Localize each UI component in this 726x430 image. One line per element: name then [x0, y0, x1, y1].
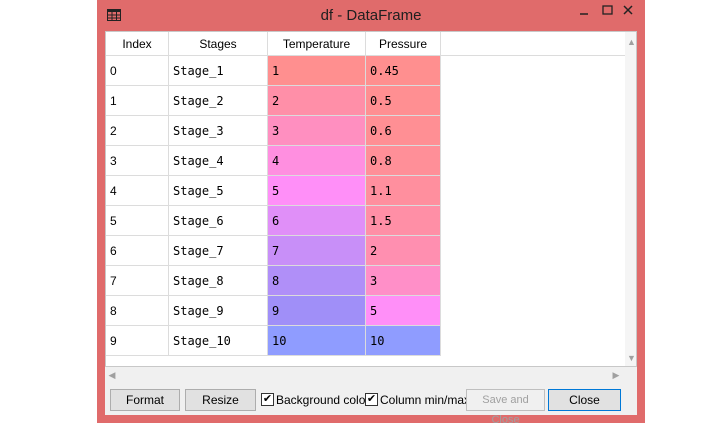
scroll-down-icon[interactable]: ▼ [627, 354, 636, 363]
header-temperature[interactable]: Temperature [268, 32, 366, 56]
table-row: 6 Stage_7 7 2 [106, 236, 441, 266]
cell-index[interactable]: 8 [106, 296, 169, 326]
table-row: 8 Stage_9 9 5 [106, 296, 441, 326]
format-button[interactable]: Format [110, 389, 180, 411]
cell-stage[interactable]: Stage_3 [169, 116, 268, 146]
header-stages[interactable]: Stages [169, 32, 268, 56]
scroll-up-icon[interactable]: ▲ [627, 38, 636, 47]
scroll-left-icon[interactable]: ◀ [108, 371, 116, 380]
resize-button[interactable]: Resize [185, 389, 256, 411]
cell-temperature[interactable]: 6 [268, 206, 366, 236]
cell-index[interactable]: 6 [106, 236, 169, 266]
cell-temperature[interactable]: 1 [268, 56, 366, 86]
cell-index[interactable]: 4 [106, 176, 169, 206]
table-row: 1 Stage_2 2 0.5 [106, 86, 441, 116]
title-bar[interactable]: df - DataFrame [97, 0, 645, 31]
minimize-icon[interactable] [571, 0, 597, 22]
table-row: 5 Stage_6 6 1.5 [106, 206, 441, 236]
cell-pressure[interactable]: 1.5 [366, 206, 441, 236]
cell-pressure[interactable]: 3 [366, 266, 441, 296]
table-row: 7 Stage_8 8 3 [106, 266, 441, 296]
scroll-right-icon[interactable]: ▶ [612, 371, 620, 380]
header-empty [441, 32, 625, 56]
cell-index[interactable]: 7 [106, 266, 169, 296]
cell-pressure[interactable]: 10 [366, 326, 441, 356]
cell-pressure[interactable]: 0.8 [366, 146, 441, 176]
cell-index[interactable]: 5 [106, 206, 169, 236]
cell-stage[interactable]: Stage_7 [169, 236, 268, 266]
cell-temperature[interactable]: 8 [268, 266, 366, 296]
window-title: df - DataFrame [320, 7, 422, 24]
table-row: 9 Stage_10 10 10 [106, 326, 441, 356]
horizontal-scrollbar[interactable]: ◀ ▶ [105, 367, 624, 383]
window-client: Index Stages Temperature Pressure 0 Stage… [105, 31, 637, 426]
cell-stage[interactable]: Stage_5 [169, 176, 268, 206]
cell-temperature[interactable]: 7 [268, 236, 366, 266]
table-row: 2 Stage_3 3 0.6 [106, 116, 441, 146]
cell-stage[interactable]: Stage_9 [169, 296, 268, 326]
cell-stage[interactable]: Stage_4 [169, 146, 268, 176]
cell-pressure[interactable]: 0.6 [366, 116, 441, 146]
cell-pressure[interactable]: 1.1 [366, 176, 441, 206]
cell-temperature[interactable]: 10 [268, 326, 366, 356]
close-button[interactable]: Close [548, 389, 621, 411]
cell-stage[interactable]: Stage_8 [169, 266, 268, 296]
cell-temperature[interactable]: 3 [268, 116, 366, 146]
background-color-checkbox[interactable]: ✔ [261, 393, 274, 406]
cell-stage[interactable]: Stage_2 [169, 86, 268, 116]
column-minmax-checkbox[interactable]: ✔ [365, 393, 378, 406]
cell-index[interactable]: 2 [106, 116, 169, 146]
cell-stage[interactable]: Stage_1 [169, 56, 268, 86]
cell-pressure[interactable]: 0.5 [366, 86, 441, 116]
table-row: 0 Stage_1 1 0.45 [106, 56, 441, 86]
cell-index[interactable]: 9 [106, 326, 169, 356]
vertical-scrollbar[interactable]: ▲ ▼ [625, 32, 636, 366]
cell-temperature[interactable]: 4 [268, 146, 366, 176]
cell-stage[interactable]: Stage_10 [169, 326, 268, 356]
dataframe-table: Index Stages Temperature Pressure 0 Stage… [105, 31, 637, 367]
save-and-close-button[interactable]: Save and Close [466, 389, 545, 426]
cell-temperature[interactable]: 5 [268, 176, 366, 206]
cell-index[interactable]: 3 [106, 146, 169, 176]
dataframe-window: df - DataFrame Index Stages Temperature … [97, 0, 645, 426]
column-minmax-label[interactable]: Column min/max [380, 393, 470, 407]
cell-temperature[interactable]: 2 [268, 86, 366, 116]
cell-pressure[interactable]: 5 [366, 296, 441, 326]
cell-index[interactable]: 1 [106, 86, 169, 116]
maximize-icon[interactable] [597, 0, 619, 22]
table-row: 4 Stage_5 5 1.1 [106, 176, 441, 206]
background-color-label[interactable]: Background color [276, 393, 369, 407]
cell-pressure[interactable]: 0.45 [366, 56, 441, 86]
header-pressure[interactable]: Pressure [366, 32, 441, 56]
cell-pressure[interactable]: 2 [366, 236, 441, 266]
close-icon[interactable] [617, 0, 641, 22]
cell-stage[interactable]: Stage_6 [169, 206, 268, 236]
table-row: 3 Stage_4 4 0.8 [106, 146, 441, 176]
cell-index[interactable]: 0 [106, 56, 169, 86]
header-index[interactable]: Index [106, 32, 169, 56]
cell-temperature[interactable]: 9 [268, 296, 366, 326]
